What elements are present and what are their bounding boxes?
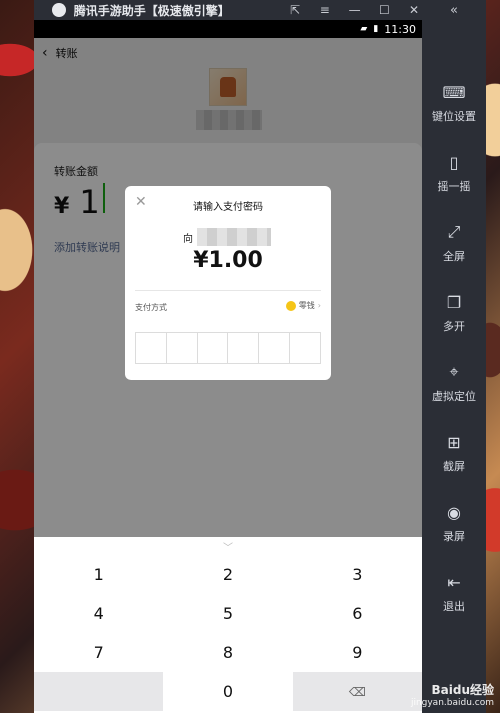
chevron-right-icon: › bbox=[317, 301, 321, 310]
emulator-titlebar: 腾讯手游助手【极速傲引擎】 ⇱ ≡ — ☐ ✕ bbox=[34, 0, 422, 20]
key-6[interactable]: 6 bbox=[293, 594, 422, 633]
sidebar-item-keymapping[interactable]: ⌨ 键位设置 bbox=[422, 82, 486, 134]
emulator-sidebar: « ⌨ 键位设置 ▯ 摇一摇 ⤢ 全屏 ❐ 多开 ⌖ 虚拟定位 ⊞ 截屏 ◉ 录… bbox=[422, 0, 486, 713]
key-5[interactable]: 5 bbox=[163, 594, 292, 633]
sidebar-item-exit[interactable]: ⇤ 退出 bbox=[422, 572, 486, 624]
pay-method-selector[interactable]: 零钱 › bbox=[285, 300, 321, 311]
maximize-icon[interactable]: ☐ bbox=[376, 2, 392, 18]
key-7[interactable]: 7 bbox=[34, 633, 163, 672]
pin-input[interactable] bbox=[135, 332, 321, 364]
location-target-icon: ⌖ bbox=[449, 362, 459, 381]
key-2[interactable]: 2 bbox=[163, 555, 292, 594]
sidebar-item-virtual-location[interactable]: ⌖ 虚拟定位 bbox=[422, 362, 486, 414]
key-0[interactable]: 0 bbox=[163, 672, 292, 711]
open-external-icon[interactable]: ⇱ bbox=[287, 2, 303, 18]
sidebar-item-label: 摇一摇 bbox=[437, 180, 471, 193]
phone-shake-icon: ▯ bbox=[449, 152, 459, 172]
multi-window-icon: ❐ bbox=[446, 292, 462, 312]
collapse-sidebar-icon[interactable]: « bbox=[422, 0, 486, 20]
dialog-amount: ¥1.00 bbox=[193, 248, 263, 273]
pin-cell[interactable] bbox=[167, 333, 198, 363]
payment-password-dialog: ✕ 请输入支付密码 向 ¥1.00 支付方式 零钱 › bbox=[125, 186, 331, 380]
sidebar-item-shake[interactable]: ▯ 摇一摇 bbox=[422, 152, 486, 204]
sidebar-item-label: 退出 bbox=[443, 600, 465, 613]
sidebar-item-multi-instance[interactable]: ❐ 多开 bbox=[422, 292, 486, 344]
pay-method-label: 支付方式 bbox=[135, 303, 167, 312]
sidebar-item-label: 键位设置 bbox=[432, 110, 476, 123]
pin-cell[interactable] bbox=[228, 333, 260, 363]
pin-cell[interactable] bbox=[290, 333, 320, 363]
numeric-keypad: ﹀ 1 2 3 4 5 6 7 8 9 0 ⌫ bbox=[34, 537, 422, 713]
battery-icon: ▮ bbox=[373, 24, 379, 34]
signal-icon: ▰ bbox=[360, 24, 368, 34]
coin-icon bbox=[285, 300, 296, 311]
record-icon: ◉ bbox=[447, 502, 461, 522]
sidebar-item-record[interactable]: ◉ 录屏 bbox=[422, 502, 486, 554]
close-window-icon[interactable]: ✕ bbox=[406, 2, 422, 18]
sidebar-item-fullscreen[interactable]: ⤢ 全屏 bbox=[422, 222, 486, 274]
to-prefix: 向 bbox=[183, 233, 193, 245]
recipient-row: 向 bbox=[183, 228, 271, 246]
android-status-bar: ▰ ▮ 11:30 bbox=[34, 20, 422, 38]
sidebar-item-label: 截屏 bbox=[443, 460, 465, 473]
exit-icon: ⇤ bbox=[447, 572, 461, 592]
pin-cell[interactable] bbox=[136, 333, 167, 363]
divider bbox=[135, 290, 321, 291]
key-4[interactable]: 4 bbox=[34, 594, 163, 633]
sidebar-item-label: 录屏 bbox=[443, 530, 465, 543]
key-blank bbox=[34, 672, 164, 711]
dialog-title: 请输入支付密码 bbox=[193, 202, 263, 213]
app-logo-icon bbox=[52, 3, 66, 17]
window-title: 腾讯手游助手【极速傲引擎】 bbox=[73, 3, 230, 18]
fullscreen-icon: ⤢ bbox=[447, 222, 461, 241]
baidu-watermark: Baidu经验 jingyan.baidu.com bbox=[388, 658, 498, 708]
menu-icon[interactable]: ≡ bbox=[317, 2, 333, 18]
sidebar-item-label: 全屏 bbox=[443, 250, 465, 263]
pin-cell[interactable] bbox=[198, 333, 229, 363]
minimize-icon[interactable]: — bbox=[347, 2, 363, 18]
sidebar-item-label: 多开 bbox=[443, 320, 465, 333]
phone-screen: ‹ 转账 转账金额 ¥ 1 添加转账说明 ✕ 请输入支付密码 向 ¥1.00 支… bbox=[34, 38, 422, 713]
keyboard-icon: ⌨ bbox=[442, 82, 466, 102]
status-time: 11:30 bbox=[384, 22, 416, 36]
pin-cell[interactable] bbox=[259, 333, 291, 363]
key-1[interactable]: 1 bbox=[34, 555, 163, 594]
sidebar-item-label: 虚拟定位 bbox=[432, 390, 476, 403]
watermark-brand: Baidu经验 bbox=[431, 683, 495, 697]
key-8[interactable]: 8 bbox=[163, 633, 292, 672]
keypad-collapse-icon[interactable]: ﹀ bbox=[34, 537, 422, 555]
sidebar-item-screenshot[interactable]: ⊞ 截屏 bbox=[422, 432, 486, 484]
pay-method-value: 零钱 bbox=[298, 301, 315, 310]
key-3[interactable]: 3 bbox=[293, 555, 422, 594]
recipient-redacted bbox=[197, 228, 271, 246]
watermark-url: jingyan.baidu.com bbox=[410, 698, 494, 708]
screenshot-icon: ⊞ bbox=[447, 432, 461, 452]
